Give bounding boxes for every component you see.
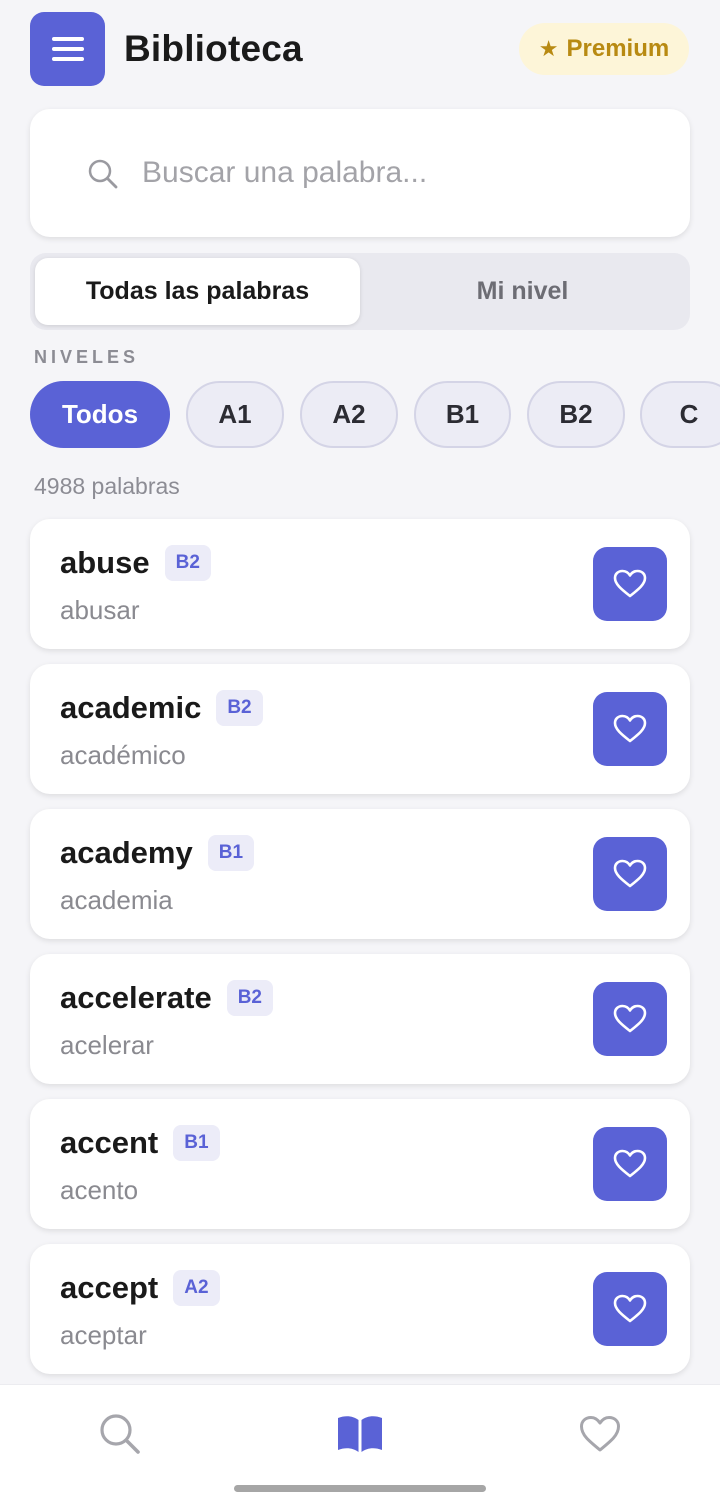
word-text: accent [60, 1125, 159, 1160]
word-translation: abusar [60, 595, 140, 625]
level-filter-chips: Todos A1 A2 B1 B2 C [0, 381, 720, 449]
word-text: accept [60, 1270, 159, 1305]
favorite-button[interactable] [593, 547, 667, 621]
favorite-button[interactable] [593, 1272, 667, 1346]
hamburger-icon [51, 37, 84, 61]
word-text: academy [60, 835, 193, 870]
tab-all-words[interactable]: Todas las palabras [35, 258, 360, 325]
favorite-button[interactable] [593, 982, 667, 1056]
home-indicator [234, 1485, 486, 1492]
word-translation: acelerar [60, 1030, 154, 1060]
word-translation: academia [60, 885, 173, 915]
nav-search[interactable] [85, 1399, 155, 1469]
level-badge: B1 [207, 835, 255, 871]
heart-icon [613, 1294, 647, 1323]
word-text: abuse [60, 545, 150, 580]
level-chip-c[interactable]: C [640, 381, 720, 448]
tab-my-level[interactable]: Mi nivel [360, 258, 685, 325]
library-screen: Biblioteca ★ Premium Todas las palabras … [0, 0, 720, 1503]
favorite-button[interactable] [593, 692, 667, 766]
nav-library[interactable] [325, 1399, 395, 1469]
premium-label: Premium [566, 35, 670, 62]
level-chip-b2[interactable]: B2 [527, 381, 625, 448]
level-badge: B1 [173, 1125, 220, 1161]
word-card[interactable]: academy B1 academia [30, 809, 690, 939]
search-icon [88, 159, 118, 189]
word-translation: aceptar [60, 1320, 147, 1350]
level-badge: B2 [226, 980, 273, 1016]
level-chip-todos[interactable]: Todos [30, 381, 170, 448]
search-icon [100, 1414, 140, 1454]
level-badge: B2 [164, 545, 211, 581]
book-icon [338, 1416, 382, 1452]
word-card[interactable]: academic B2 académico [30, 664, 690, 794]
heart-icon [580, 1416, 620, 1452]
level-chip-b1[interactable]: B1 [414, 381, 511, 448]
page-title: Biblioteca [124, 28, 303, 69]
search-input[interactable] [142, 149, 662, 197]
word-card[interactable]: accept A2 aceptar [30, 1244, 690, 1374]
premium-button[interactable]: ★ Premium [519, 23, 689, 75]
levels-section-label: NIVELES [34, 347, 140, 367]
heart-icon [613, 1004, 647, 1033]
word-count: 4988 palabras [34, 473, 180, 499]
level-chip-a2[interactable]: A2 [300, 381, 398, 448]
level-badge: A2 [173, 1270, 220, 1306]
level-chip-a1[interactable]: A1 [186, 381, 284, 448]
menu-button[interactable] [30, 12, 105, 86]
search-bar[interactable] [30, 109, 690, 237]
word-card[interactable]: abuse B2 abusar [30, 519, 690, 649]
word-translation: académico [60, 740, 186, 770]
scope-tabs: Todas las palabras Mi nivel [30, 253, 690, 330]
word-text: academic [60, 690, 202, 725]
nav-favorites[interactable] [565, 1399, 635, 1469]
word-text: accelerate [60, 980, 212, 1015]
favorite-button[interactable] [593, 837, 667, 911]
word-card[interactable]: accelerate B2 acelerar [30, 954, 690, 1084]
star-icon: ★ [538, 36, 559, 61]
favorite-button[interactable] [593, 1127, 667, 1201]
heart-icon [613, 1149, 647, 1178]
heart-icon [613, 569, 647, 598]
heart-icon [613, 859, 647, 888]
level-badge: B2 [216, 690, 263, 726]
word-card[interactable]: accent B1 acento [30, 1099, 690, 1229]
word-translation: acento [60, 1175, 139, 1205]
heart-icon [613, 714, 647, 743]
